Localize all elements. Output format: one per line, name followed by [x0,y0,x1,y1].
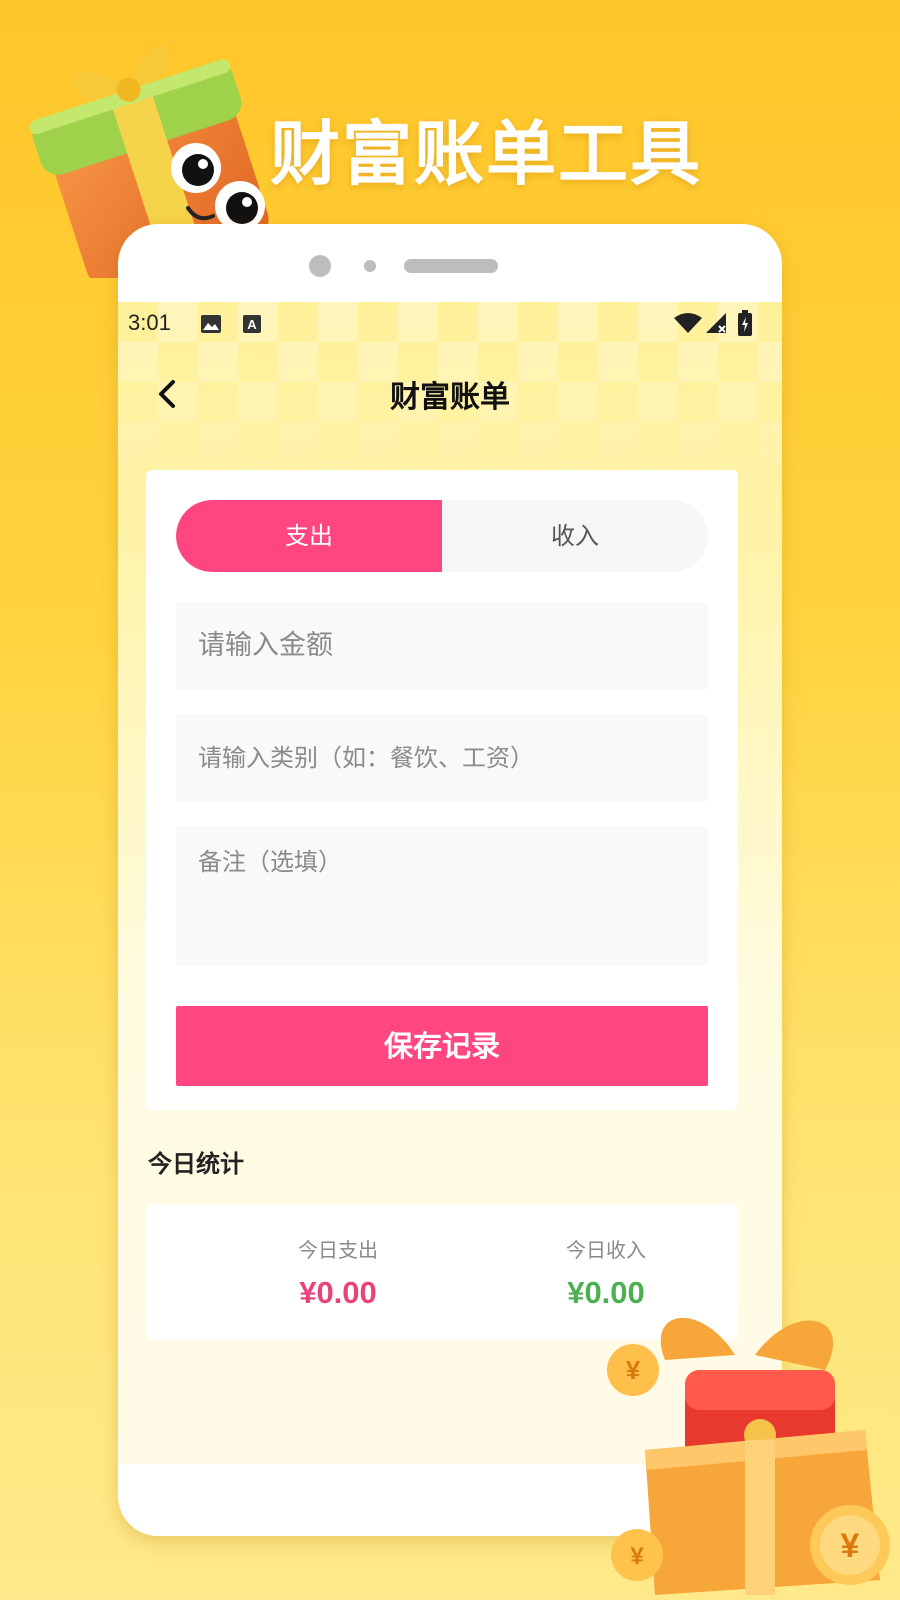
note-input[interactable]: 备注（选填） [176,826,708,966]
battery-icon [738,310,752,336]
app-screen: 3:01 A 财富账单 支出 收入 请输入金额 请输入类别（如：餐饮、工资） 备… [118,302,782,1464]
today-expense-label: 今日支出 [298,1238,378,1262]
promo-headline: 财富账单工具 [270,113,702,195]
camera-dot [309,255,331,277]
signal-icon [706,313,726,333]
tab-expense[interactable]: 支出 [176,500,442,572]
today-expense-stat: 今日支出 ¥0.00 [238,1234,438,1311]
font-a-icon: A [243,315,261,333]
amount-input[interactable]: 请输入金额 [176,602,708,690]
type-toggle: 支出 收入 [176,500,708,572]
red-packet-gift-icon: ¥ ¥ ¥ [607,1317,890,1595]
speaker-bar [404,259,498,273]
status-bar: 3:01 A [118,302,782,346]
sensor-dot [364,260,376,272]
app-bar: 财富账单 [118,346,782,436]
today-expense-value: ¥0.00 [299,1275,377,1310]
save-record-button[interactable]: 保存记录 [176,1006,708,1086]
tab-income[interactable]: 收入 [442,500,708,572]
svg-text:A: A [247,317,257,332]
page-title: 财富账单 [390,380,510,415]
record-form-card: 支出 收入 请输入金额 请输入类别（如：餐饮、工资） 备注（选填） 保存记录 [146,470,738,1110]
category-input[interactable]: 请输入类别（如：餐饮、工资） [176,714,708,802]
wifi-icon [674,313,702,333]
today-income-label: 今日收入 [566,1238,646,1262]
image-icon [201,315,221,333]
svg-text:¥: ¥ [841,1527,860,1565]
svg-text:¥: ¥ [630,1543,644,1570]
svg-text:¥: ¥ [626,1355,641,1385]
status-time: 3:01 [128,310,171,335]
today-stats-title: 今日统计 [148,1150,244,1178]
